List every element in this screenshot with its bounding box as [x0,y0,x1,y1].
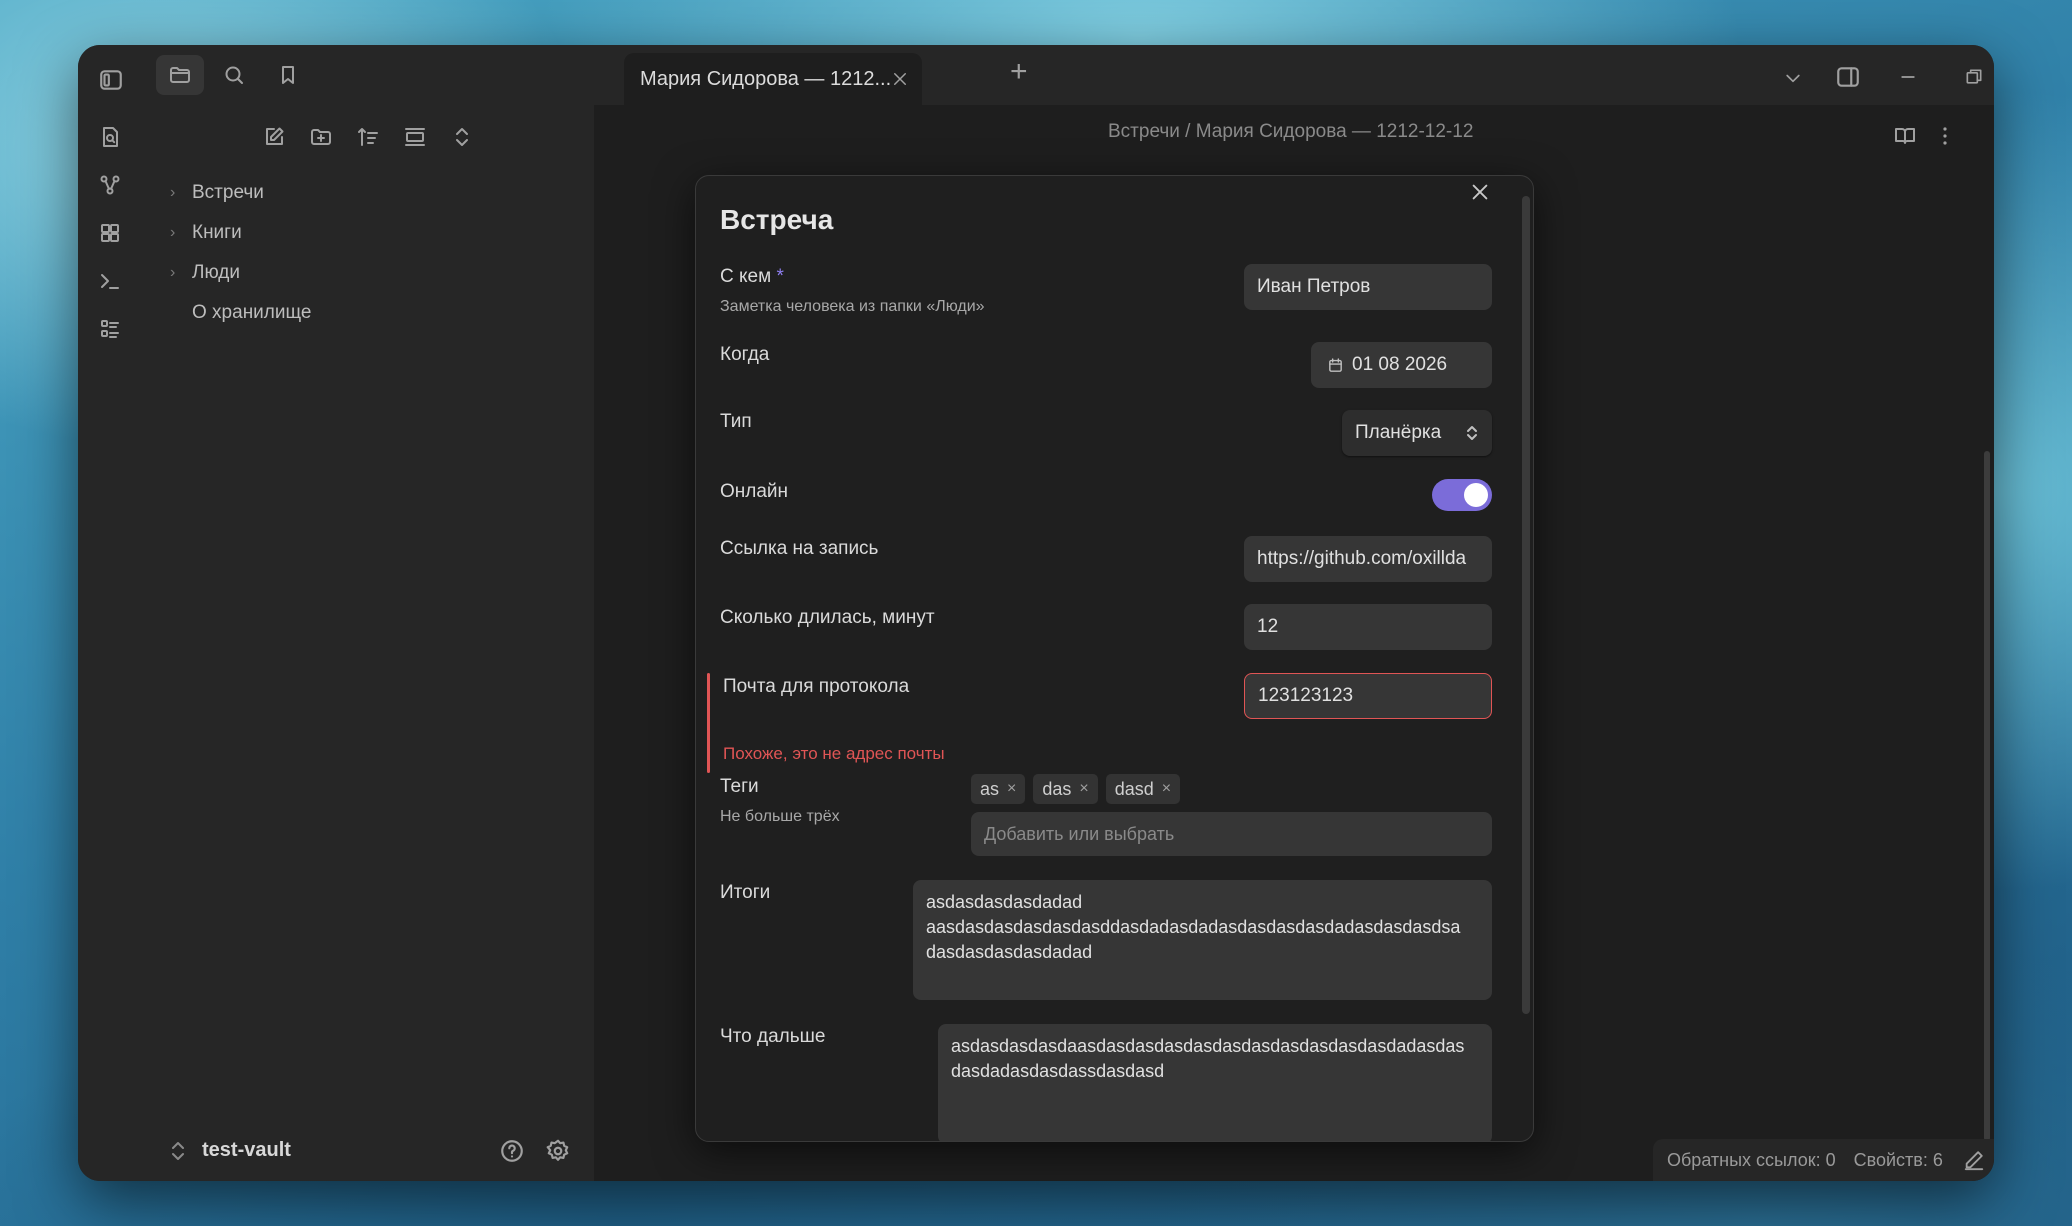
tree-item-people[interactable]: › Люди [170,255,570,291]
vault-name[interactable]: test-vault [202,1139,291,1162]
terminal-icon[interactable] [92,263,128,299]
auto-reveal-icon[interactable] [397,119,433,155]
with-description: Заметка человека из папки «Люди» [720,298,985,315]
tab-list-chevron-icon[interactable] [1778,63,1808,93]
canvas-icon[interactable] [92,215,128,251]
select-chevrons-icon [1465,424,1479,442]
chevron-right-icon: › [170,224,176,241]
new-folder-icon[interactable] [303,119,339,155]
calendar-icon [1324,357,1346,374]
with-input[interactable]: Иван Петров [1244,264,1492,310]
remove-tag-icon[interactable]: × [1079,780,1088,798]
list-icon[interactable] [92,311,128,347]
email-label: Почта для протокола [723,676,910,697]
next-steps-label: Что дальше [720,1026,826,1047]
reading-view-icon[interactable] [1888,119,1922,153]
restore-window-icon[interactable] [1956,59,1992,95]
file-search-icon[interactable] [92,119,128,155]
properties-count[interactable]: Свойств: 6 [1854,1150,1943,1171]
chevron-right-icon: › [170,184,176,201]
tag-chip: das × [1033,774,1098,804]
modal-title: Встреча [720,204,834,235]
with-label: С кем * [720,266,784,287]
remove-tag-icon[interactable]: × [1162,780,1171,798]
remove-tag-icon[interactable]: × [1007,780,1016,798]
sidebar-toggle-icon[interactable] [94,63,128,97]
meeting-form-modal: Встреча С кем * Заметка человека из папк… [695,175,1534,1142]
modal-close-icon[interactable] [1462,176,1498,210]
tree-item-meetings[interactable]: › Встречи [170,175,570,211]
tag-chip: dasd × [1105,774,1181,804]
graph-icon[interactable] [92,167,128,203]
online-label: Онлайн [720,481,789,502]
when-label: Когда [720,344,770,365]
note-scrollbar[interactable] [1984,451,1990,1141]
duration-input[interactable]: 12 [1244,604,1492,650]
tags-list: as × das × dasd × [971,774,1181,804]
error-indicator-bar [707,673,710,773]
search-icon[interactable] [216,57,252,93]
online-toggle[interactable] [1432,479,1492,511]
summary-label: Итоги [720,882,771,903]
sort-icon[interactable] [350,119,386,155]
tags-description: Не больше трёх [720,808,840,825]
status-bar: Обратных ссылок: 0 Свойств: 6 [1653,1139,1994,1181]
link-label: Ссылка на запись [720,538,879,559]
tab-active-note[interactable]: Мария Сидорова — 1212... [624,53,922,105]
folder-icon[interactable] [156,55,204,95]
required-marker: * [776,266,784,287]
backlinks-count[interactable]: Обратных ссылок: 0 [1667,1150,1836,1171]
right-sidebar-toggle-icon[interactable] [1830,59,1866,95]
breadcrumb: Встречи / Мария Сидорова — 1212-12-12 [1108,121,1474,142]
tag-chip: as × [971,774,1026,804]
vault-switcher-icon[interactable] [166,1135,190,1167]
email-input[interactable]: 123123123 [1244,673,1492,719]
next-steps-textarea[interactable]: asdasdasdasdaasdasdasdasdasdasdasdasdasd… [938,1024,1492,1141]
help-icon[interactable] [496,1135,528,1167]
more-options-icon[interactable] [1930,119,1960,153]
type-label: Тип [720,411,752,432]
tab-close-icon[interactable] [886,65,914,93]
bookmark-icon[interactable] [270,57,306,93]
toggle-knob [1464,483,1488,507]
duration-label: Сколько длилась, минут [720,607,935,628]
new-note-icon[interactable] [256,119,292,155]
minimize-icon[interactable] [1890,59,1926,95]
summary-textarea[interactable]: asdasdasdasdadad aasdasdasdasdasdasddasd… [913,880,1492,1000]
collapse-all-icon[interactable] [444,119,480,155]
link-input[interactable]: https://github.com/oxilldа [1244,536,1492,582]
edit-pencil-icon[interactable] [1961,1147,1987,1173]
type-select[interactable]: Планёрка [1342,410,1492,456]
app-window: › Встречи › Книги › Люди О хранилище test-v… [78,45,1994,1181]
tags-label: Теги [720,776,759,797]
tags-input[interactable] [971,812,1492,856]
new-tab-button[interactable]: + [1010,55,1028,89]
settings-gear-icon[interactable] [542,1135,574,1167]
modal-scrollbar[interactable] [1522,196,1530,1014]
file-tree: › Встречи › Книги › Люди О хранилище [170,175,570,331]
date-input[interactable]: 01 08 2026 [1311,342,1492,388]
tree-item-books[interactable]: › Книги [170,215,570,251]
email-error-message: Похоже, это не адрес почты [723,744,945,763]
chevron-right-icon: › [170,264,176,281]
tree-item-about-vault[interactable]: О хранилище [170,295,570,331]
